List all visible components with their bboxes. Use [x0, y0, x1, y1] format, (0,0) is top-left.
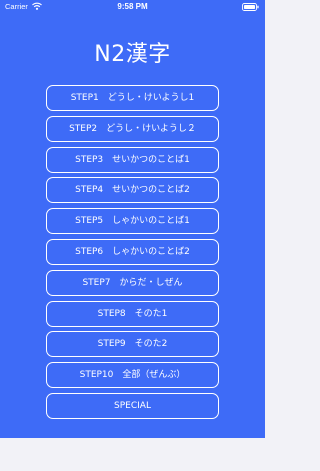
- battery-icon: [242, 2, 259, 11]
- step10-button[interactable]: STEP10 全部（ぜんぶ）: [46, 362, 219, 389]
- step5-button[interactable]: STEP5 しゃかいのことば1: [46, 208, 219, 235]
- page-title: N2漢字: [94, 42, 171, 67]
- step-list: STEP1 どうし・けいようし1 STEP2 どうし・けいようし２ STEP3 …: [46, 85, 219, 424]
- bottom-area: [0, 438, 265, 471]
- status-time: 9:58 PM: [117, 2, 148, 11]
- step2-button[interactable]: STEP2 どうし・けいようし２: [46, 115, 219, 142]
- step3-button[interactable]: STEP3 せいかつのことば1: [46, 146, 219, 173]
- step1-button[interactable]: STEP1 どうし・けいようし1: [46, 85, 219, 111]
- step7-button[interactable]: STEP7 からだ・しぜん: [46, 269, 219, 296]
- step4-button[interactable]: STEP4 せいかつのことば2: [46, 177, 219, 204]
- step8-button[interactable]: STEP8 そのた1: [46, 300, 219, 327]
- step6-button[interactable]: STEP6 しゃかいのことば2: [46, 238, 219, 265]
- step9-button[interactable]: STEP9 そのた2: [46, 331, 219, 358]
- main-screen: Carrier 9:58 PM N2漢字 STEP1 どうし・けいようし1 ST…: [0, 0, 265, 438]
- special-button[interactable]: SPECIAL: [46, 392, 219, 419]
- status-bar: Carrier 9:58 PM: [0, 0, 265, 14]
